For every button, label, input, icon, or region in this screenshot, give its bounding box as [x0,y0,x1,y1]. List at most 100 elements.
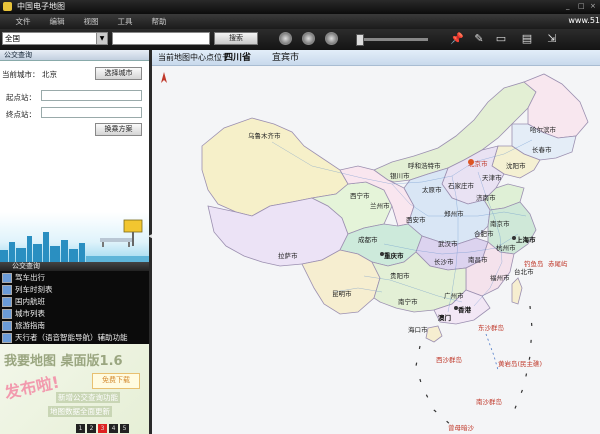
print-icon[interactable]: ▤ [520,32,534,46]
sea-route [485,333,499,371]
region-hainan [425,325,443,343]
ad-slogan: 发布啦! [2,372,61,403]
service-flight[interactable]: 国内航班 [2,296,148,307]
zoom-slider[interactable] [356,34,428,46]
chevron-down-icon[interactable]: ▼ [96,33,107,44]
city-jinan[interactable]: 济南市 [476,193,496,202]
city-harbin[interactable]: 哈尔滨市 [530,125,557,134]
city-nanning[interactable]: 南宁市 [398,297,418,306]
close-icon[interactable]: × [590,2,596,10]
city-lhasa[interactable]: 拉萨市 [278,251,298,260]
city-tianjin[interactable]: 天津市 [482,173,502,182]
bus-query-header: 公交查询 [0,50,149,61]
choose-city-button[interactable]: 选择城市 [95,67,142,80]
ad-page-5[interactable]: 5 [120,424,129,433]
city-haikou[interactable]: 海口市 [408,325,428,334]
city-chongqing[interactable]: 重庆市 [384,251,404,260]
city-nanjing[interactable]: 南京市 [490,219,510,228]
city-changsha[interactable]: 长沙市 [434,257,454,266]
maximize-icon[interactable]: □ [578,2,585,10]
ad-banner[interactable]: 我要地图 桌面版1.6 免费下载 发布啦! 新增公交查询功能 地图数据全面更新 … [0,344,149,434]
plane-icon [2,296,12,307]
menu-view[interactable]: 视图 [74,16,108,27]
city-changchun[interactable]: 长春市 [532,145,552,154]
city-kunming[interactable]: 昆明市 [332,289,352,298]
minimize-icon[interactable]: _ [566,2,572,10]
city-xian[interactable]: 西安市 [406,215,426,224]
ad-download-button[interactable]: 免费下载 [92,373,140,389]
island-nansha[interactable]: 南沙群岛 [476,397,502,406]
transfer-plan-button[interactable]: 换乘方案 [95,123,142,136]
map-view[interactable]: 当前地图中心点位于： 四川省 宜宾市 乌鲁木齐市 呼和浩特市 哈尔滨市 长春市 … [152,50,600,434]
start-station-input[interactable] [41,90,142,101]
ad-page-2[interactable]: 2 [87,424,96,433]
services-header: 公交查询 [0,262,149,271]
city-hohhot[interactable]: 呼和浩特市 [408,161,441,170]
city-guangzhou[interactable]: 广州市 [444,291,464,300]
folder-icon[interactable]: ▭ [494,32,508,46]
city-chengdu[interactable]: 成都市 [358,235,378,244]
end-station-input[interactable] [41,107,142,118]
city-xining[interactable]: 西宁市 [350,191,370,200]
city-macau[interactable]: 澳门 [438,313,452,322]
ad-page-3[interactable]: 3 [98,424,107,433]
city-shanghai[interactable]: 上海市 [516,235,536,244]
china-map[interactable]: 乌鲁木齐市 呼和浩特市 哈尔滨市 长春市 沈阳市 北京市 天津市 石家庄市 太原… [152,66,600,434]
service-drive[interactable]: 驾车出行 [2,272,148,283]
city-shenyang[interactable]: 沈阳市 [506,161,526,170]
menu-file[interactable]: 文件 [6,16,40,27]
service-travel[interactable]: 旅游指南 [2,320,148,331]
service-train[interactable]: 列车时刻表 [2,284,148,295]
city-taiyuan[interactable]: 太原市 [422,185,442,194]
start-station-label: 起点站： [6,93,36,102]
city-guiyang[interactable]: 贵阳市 [390,271,410,280]
navigation-icon [2,332,12,343]
menu-edit[interactable]: 编辑 [40,16,74,27]
city-shijiazhuang[interactable]: 石家庄市 [448,181,475,190]
island-dongsha[interactable]: 东沙群岛 [478,323,504,332]
measure-icon[interactable]: ✎ [472,32,486,46]
ad-page-4[interactable]: 4 [109,424,118,433]
book-icon [2,320,12,331]
window-controls: _ □ × [566,2,596,12]
city-hangzhou[interactable]: 杭州市 [496,243,516,252]
island-diaoyu[interactable]: 钓鱼岛 [524,259,544,268]
city-urumqi[interactable]: 乌鲁木齐市 [248,131,281,140]
city-taipei[interactable]: 台北市 [514,267,534,276]
city-wuhan[interactable]: 武汉市 [438,239,458,248]
search-input[interactable] [112,32,210,45]
city-hefei[interactable]: 合肥市 [474,229,494,238]
city-yinchuan[interactable]: 银川市 [390,171,410,180]
service-navigator[interactable]: 天行者（语音智能导航）辅助功能 [2,332,148,343]
city-lanzhou[interactable]: 兰州市 [370,201,390,210]
region-select-value: 全国 [5,34,20,43]
app-logo-icon [3,2,12,11]
city-nanchang[interactable]: 南昌市 [468,255,488,264]
car-icon [2,272,12,283]
city-zhengzhou[interactable]: 郑州市 [444,209,464,218]
island-zengmu[interactable]: 曾母暗沙 [448,423,475,432]
menu-bar: 文件 编辑 视图 工具 帮助 www.51 [0,14,600,29]
city-fuzhou[interactable]: 福州市 [490,273,510,282]
service-city-list[interactable]: 城市列表 [2,308,148,319]
ad-page-1[interactable]: 1 [76,424,85,433]
search-button[interactable]: 搜索 [214,32,258,45]
ad-line-2: 地图数据全面更新 [48,406,112,417]
island-xisha[interactable]: 西沙群岛 [436,355,462,364]
services-panel: 公交查询 驾车出行 列车时刻表 国内航班 城市列表 旅游指南 天行者（语音智能导… [0,262,149,344]
pan-icon[interactable] [325,32,338,45]
region-select[interactable]: 全国 ▼ [2,32,108,45]
export-icon[interactable]: ⇲ [545,32,559,46]
zoom-out-icon[interactable] [302,32,315,45]
left-panel: 公交查询 当前城市： 北京 选择城市 起点站： 终点站： 换乘方案 公交查询 驾… [0,50,149,434]
island-chiwei[interactable]: 赤尾屿 [548,259,568,268]
island-huangyan[interactable]: 黄岩岛(民主礁) [498,359,542,368]
current-city-value: 北京 [42,70,57,79]
pin-icon[interactable]: 📌 [450,32,464,46]
zoom-slider-handle[interactable] [356,34,364,46]
menu-tools[interactable]: 工具 [108,16,142,27]
city-hongkong[interactable]: 香港 [458,305,472,314]
menu-help[interactable]: 帮助 [142,16,176,27]
zoom-in-icon[interactable] [279,32,292,45]
region-taiwan [511,277,523,305]
